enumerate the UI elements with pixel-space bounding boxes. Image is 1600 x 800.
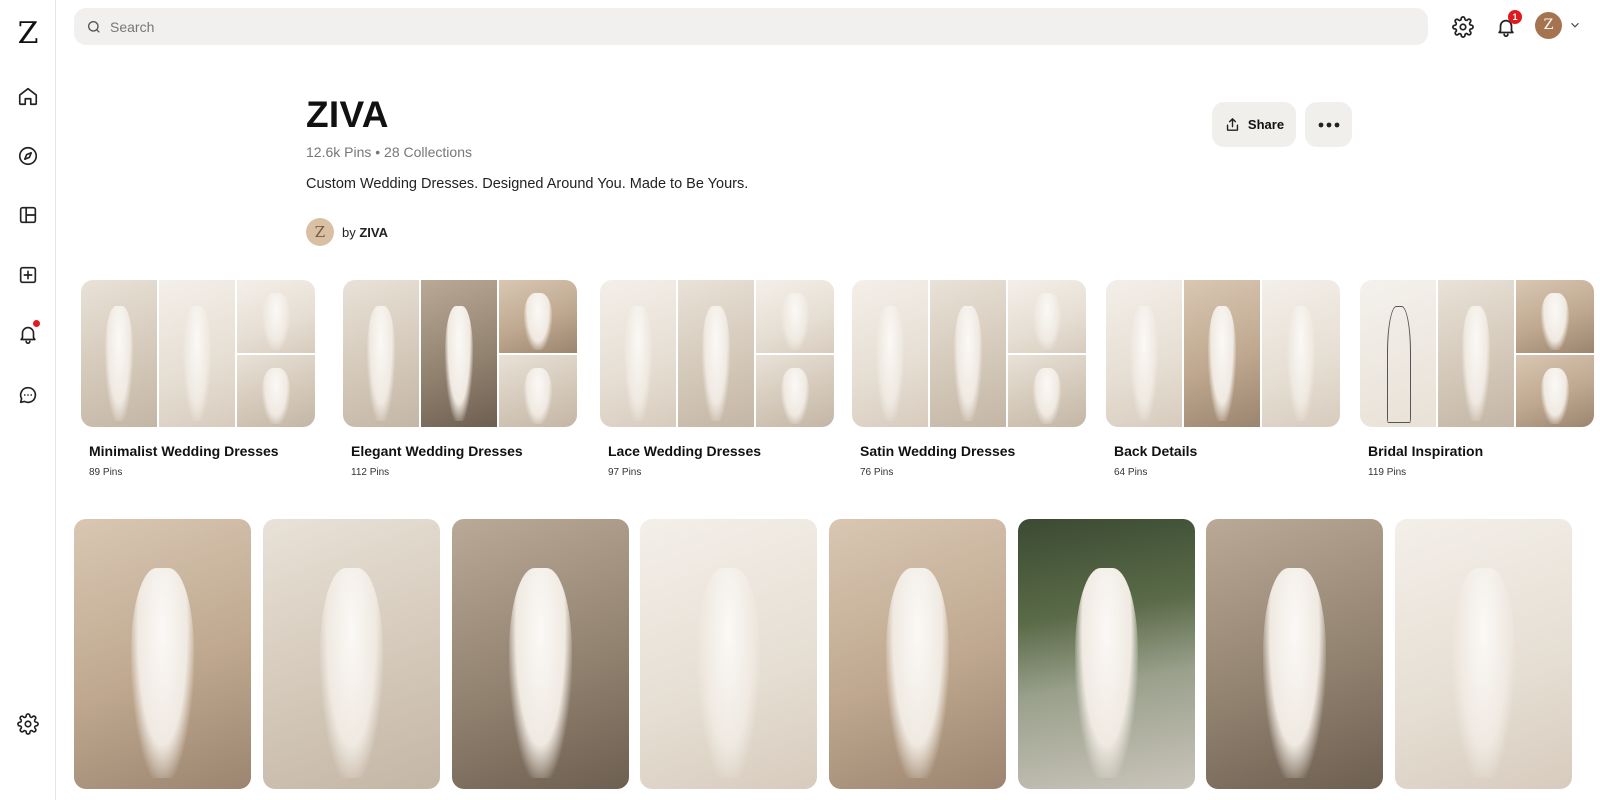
sidebar: Z bbox=[0, 0, 56, 800]
profile-owner[interactable]: Z by ZIVA bbox=[306, 218, 388, 246]
profile-stats: 12.6k Pins • 28 Collections bbox=[306, 144, 472, 160]
owner-avatar[interactable]: Z bbox=[306, 218, 334, 246]
collection-image bbox=[1262, 280, 1340, 427]
pin-card[interactable] bbox=[1206, 519, 1383, 789]
collection-image bbox=[81, 280, 157, 427]
search-input[interactable] bbox=[110, 18, 1410, 35]
profile-title: ZIVA bbox=[306, 94, 389, 135]
collection-name: Elegant Wedding Dresses bbox=[351, 443, 523, 459]
chevron-down-icon bbox=[1571, 22, 1579, 28]
collection-name: Minimalist Wedding Dresses bbox=[89, 443, 279, 459]
notification-dot bbox=[33, 320, 40, 327]
collection-name: Satin Wedding Dresses bbox=[860, 443, 1016, 459]
more-horizontal-icon bbox=[1318, 122, 1339, 127]
collection-name: Back Details bbox=[1114, 443, 1198, 459]
collection-card[interactable]: Back Details 64 Pins bbox=[1106, 280, 1340, 478]
collection-image bbox=[756, 280, 834, 353]
layout-icon bbox=[19, 206, 37, 224]
collection-cover bbox=[600, 280, 834, 427]
collection-image bbox=[421, 280, 497, 427]
sidebar-item-boards[interactable] bbox=[12, 199, 44, 231]
collection-image bbox=[499, 280, 577, 353]
collection-image bbox=[600, 280, 676, 427]
share-label: Share bbox=[1247, 117, 1285, 132]
collection-cover bbox=[343, 280, 577, 427]
collection-cover bbox=[852, 280, 1086, 427]
search-icon bbox=[88, 20, 100, 33]
collection-image bbox=[1438, 280, 1514, 427]
pin-card[interactable] bbox=[1395, 519, 1572, 789]
collection-image bbox=[1106, 280, 1182, 427]
collection-image bbox=[1008, 355, 1086, 427]
collection-image bbox=[237, 355, 315, 427]
share-button[interactable]: Share bbox=[1212, 102, 1296, 147]
collection-image bbox=[852, 280, 928, 427]
account-menu-toggle[interactable] bbox=[1568, 18, 1582, 32]
collection-pin-count: 89 Pins bbox=[89, 467, 123, 478]
collection-image bbox=[678, 280, 754, 427]
sidebar-item-notifications[interactable] bbox=[12, 318, 44, 350]
notifications-button[interactable]: 1 bbox=[1491, 10, 1522, 42]
collection-card[interactable]: Minimalist Wedding Dresses 89 Pins bbox=[81, 280, 315, 478]
pin-card[interactable] bbox=[263, 519, 440, 789]
owner-name[interactable]: ZIVA bbox=[359, 225, 388, 240]
compass-icon bbox=[18, 146, 38, 166]
owner-label: by ZIVA bbox=[342, 225, 388, 240]
pin-card[interactable] bbox=[640, 519, 817, 789]
collection-image bbox=[159, 280, 235, 427]
collection-image bbox=[756, 355, 834, 427]
user-avatar[interactable]: Z bbox=[1535, 12, 1562, 39]
gear-icon bbox=[17, 713, 39, 735]
search-bar[interactable] bbox=[74, 8, 1428, 45]
collection-image bbox=[930, 280, 1006, 427]
collection-image bbox=[1008, 280, 1086, 353]
by-label: by bbox=[342, 224, 356, 240]
sidebar-item-settings[interactable] bbox=[12, 708, 44, 740]
collection-pin-count: 97 Pins bbox=[608, 467, 642, 478]
collection-pin-count: 76 Pins bbox=[860, 467, 894, 478]
home-icon bbox=[18, 87, 38, 106]
pin-card[interactable] bbox=[74, 519, 251, 789]
collection-card[interactable]: Bridal Inspiration 119 Pins bbox=[1360, 280, 1594, 478]
gear-icon bbox=[1452, 16, 1474, 38]
sidebar-item-home[interactable] bbox=[12, 80, 44, 112]
settings-button[interactable] bbox=[1448, 12, 1478, 42]
collection-image bbox=[237, 280, 315, 353]
collection-pin-count: 64 Pins bbox=[1114, 467, 1148, 478]
pin-card[interactable] bbox=[1018, 519, 1195, 789]
pin-card[interactable] bbox=[829, 519, 1006, 789]
sidebar-item-create[interactable] bbox=[12, 259, 44, 291]
share-icon bbox=[1226, 118, 1239, 131]
collection-cover bbox=[81, 280, 315, 427]
notification-count-badge: 1 bbox=[1508, 10, 1522, 24]
more-options-button[interactable] bbox=[1305, 102, 1352, 147]
collection-image bbox=[343, 280, 419, 427]
collection-name: Lace Wedding Dresses bbox=[608, 443, 762, 459]
collection-image bbox=[1516, 355, 1594, 427]
collection-pin-count: 112 Pins bbox=[351, 467, 390, 478]
sidebar-item-explore[interactable] bbox=[12, 140, 44, 172]
collection-card[interactable]: Elegant Wedding Dresses 112 Pins bbox=[343, 280, 577, 478]
collection-image bbox=[1360, 280, 1436, 427]
collection-name: Bridal Inspiration bbox=[1368, 443, 1484, 459]
collection-image bbox=[1516, 280, 1594, 353]
plus-square-icon bbox=[19, 266, 37, 284]
collection-image bbox=[499, 355, 577, 427]
pin-card[interactable] bbox=[452, 519, 629, 789]
sidebar-item-messages[interactable] bbox=[12, 379, 44, 411]
collection-pin-count: 119 Pins bbox=[1368, 467, 1407, 478]
chat-icon bbox=[19, 386, 37, 404]
profile-description: Custom Wedding Dresses. Designed Around … bbox=[306, 176, 749, 192]
collection-card[interactable]: Satin Wedding Dresses 76 Pins bbox=[852, 280, 1086, 478]
collection-cover bbox=[1106, 280, 1340, 427]
collection-card[interactable]: Lace Wedding Dresses 97 Pins bbox=[600, 280, 834, 478]
app-logo[interactable]: Z bbox=[14, 16, 42, 52]
collection-image bbox=[1184, 280, 1260, 427]
collection-cover bbox=[1360, 280, 1594, 427]
